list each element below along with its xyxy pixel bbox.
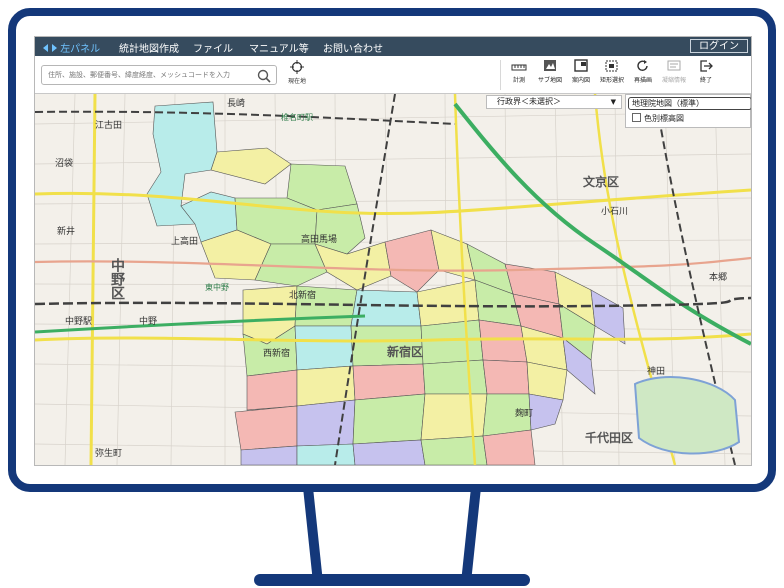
rect-select-button[interactable]: 矩形選択 <box>597 59 627 84</box>
boundary-select-value: 行政界＜未選択＞ <box>497 97 561 106</box>
map-label-egota: 江古田 <box>95 119 122 131</box>
exit-icon <box>700 60 713 72</box>
basemap-select[interactable]: 地理院地図（標準） <box>628 97 751 110</box>
redraw-label: 再描画 <box>633 77 652 84</box>
map-label-nakano-station: 中野駅 <box>65 315 92 327</box>
redraw-button[interactable]: 再描画 <box>628 59 658 84</box>
menu-manual[interactable]: マニュアル等 <box>249 40 309 55</box>
login-button[interactable]: ログイン <box>690 39 748 53</box>
exit-button[interactable]: 終了 <box>691 59 721 84</box>
map-label-kamitakada: 上高田 <box>171 235 198 247</box>
map-label-chiyoda-ku: 千代田区 <box>585 430 633 445</box>
boundary-select[interactable]: 行政界＜未選択＞ ▼ <box>486 95 622 109</box>
map-label-kitashinjuku: 北新宿 <box>289 289 316 301</box>
monitor-stand-base <box>254 574 530 586</box>
measure-button[interactable]: 計測 <box>504 59 534 84</box>
guide-map-button[interactable]: 案内図 <box>566 59 596 84</box>
app-screen: 左パネル 統計地図作成 ファイル マニュアル等 お問い合わせ ログイン 現在地 … <box>34 36 752 466</box>
toolbar-separator <box>500 60 501 90</box>
map-label-nagasaki: 長崎 <box>227 97 245 109</box>
menu-contact[interactable]: お問い合わせ <box>323 40 383 55</box>
monitor-stand-right <box>461 492 481 578</box>
relief-option[interactable]: 色別標高図 <box>632 113 684 124</box>
map-label-numabukuro: 沼袋 <box>55 157 73 169</box>
map-label-shinjuku-ku: 新宿区 <box>387 344 423 359</box>
map-label-nishishinjuku: 西新宿 <box>263 347 290 359</box>
search-icon[interactable] <box>257 69 271 83</box>
map-label-hongo: 本郷 <box>709 271 727 283</box>
layer-panel: 地理院地図（標準） 色別標高図 <box>625 94 751 128</box>
map-label-bunkyo-ku: 文京区 <box>583 174 619 189</box>
map-label-kanda: 神田 <box>647 365 665 377</box>
ruler-icon <box>511 64 527 71</box>
menu-bar: 左パネル 統計地図作成 ファイル マニュアル等 お問い合わせ ログイン <box>35 37 751 56</box>
sub-map-icon <box>544 60 556 71</box>
dropdown-arrow-icon: ▼ <box>610 98 616 106</box>
info-button[interactable]: 凝縮情報 <box>659 59 689 84</box>
map-label-arai: 新井 <box>57 225 75 237</box>
guide-map-label: 案内図 <box>571 77 590 84</box>
map-label-nakano: 中野 <box>139 315 157 327</box>
relief-checkbox[interactable] <box>632 113 641 122</box>
panel-toggle-label: 左パネル <box>60 44 101 55</box>
current-location-button[interactable]: 現在地 <box>285 60 309 85</box>
map-label-kojimachi: 麹町 <box>515 407 533 419</box>
panel-toggle-button[interactable]: 左パネル <box>43 40 100 55</box>
statistics-map[interactable]: 中野区 文京区 新宿区 千代田区 長崎 江古田 沼袋 新井 上高田 東中野 中野… <box>35 94 751 465</box>
exit-label: 終了 <box>699 77 712 84</box>
sub-map-button[interactable]: サブ地図 <box>535 59 565 84</box>
map-label-nakano-ku: 中野区 <box>109 257 125 300</box>
guide-map-icon <box>574 59 588 72</box>
map-label-shiinamachi: 椎名町駅 <box>281 112 313 122</box>
relief-label: 色別標高図 <box>644 114 684 123</box>
map-label-higashinakano: 東中野 <box>205 282 229 292</box>
current-location-label: 現在地 <box>287 78 306 85</box>
toolbar: 現在地 計測 サブ地図 案内図 矩形選択 再描画 凝縮情報 終了 <box>35 56 751 94</box>
info-label: 凝縮情報 <box>661 77 686 84</box>
redraw-icon <box>637 60 648 71</box>
rect-select-icon <box>605 60 618 72</box>
menu-stats-map[interactable]: 統計地図作成 <box>119 40 179 55</box>
rect-select-label: 矩形選択 <box>599 77 624 84</box>
monitor-stand-left <box>303 492 323 578</box>
left-right-arrows-icon <box>43 44 57 52</box>
map-label-takadanobaba: 高田馬場 <box>301 233 337 245</box>
crosshair-icon <box>290 60 304 74</box>
measure-label: 計測 <box>512 77 525 84</box>
info-icon <box>667 60 681 71</box>
map-label-yayoi: 弥生町 <box>95 447 122 459</box>
map-label-koishikawa: 小石川 <box>601 206 628 217</box>
search-input[interactable] <box>42 66 254 84</box>
search-box <box>41 65 277 85</box>
sub-map-label: サブ地図 <box>537 77 562 84</box>
menu-file[interactable]: ファイル <box>193 40 233 55</box>
